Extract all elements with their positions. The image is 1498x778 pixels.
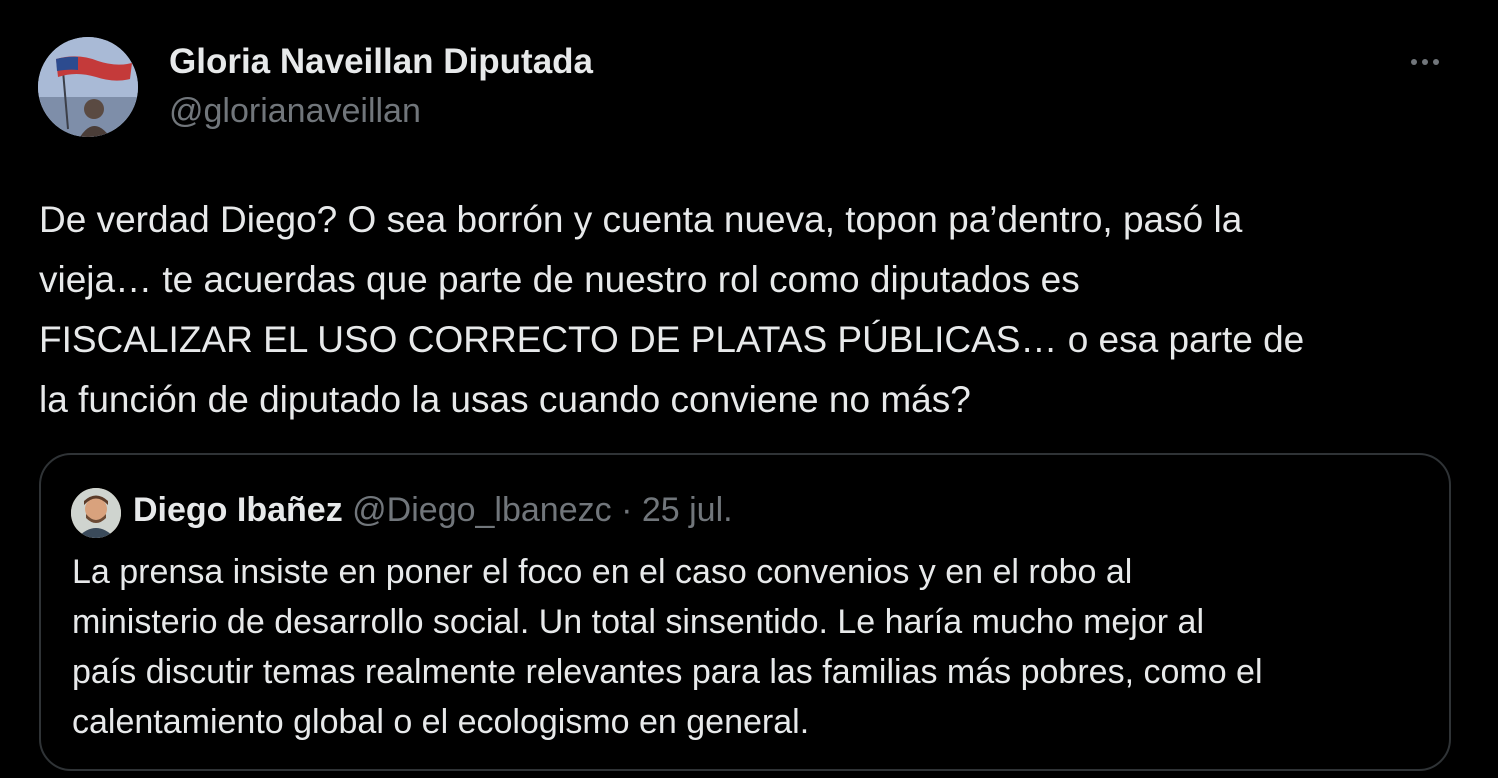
quoted-text-line: calentamiento global o el ecologismo en … (72, 703, 810, 741)
quoted-tweet-text: La prensa insiste en poner el foco en el… (72, 547, 1432, 747)
author-name[interactable]: Gloria Naveillan Diputada (169, 42, 593, 82)
tweet-text-line: De verdad Diego? O sea borrón y cuenta n… (39, 199, 1243, 240)
quoted-tweet-header: Diego Ibañez @Diego_lbanezc · 25 jul. (133, 491, 733, 530)
quoted-text-line: país discutir temas realmente relevantes… (72, 653, 1263, 691)
author-handle[interactable]: @glorianaveillan (169, 92, 421, 131)
tweet-text: De verdad Diego? O sea borrón y cuenta n… (39, 190, 1459, 430)
tweet-text-line: FISCALIZAR EL USO CORRECTO DE PLATAS PÚB… (39, 319, 1305, 360)
quoted-text-line: La prensa insiste en poner el foco en el… (72, 553, 1133, 591)
quoted-author-avatar[interactable] (71, 488, 121, 538)
quoted-author-avatar-image (71, 488, 121, 538)
tweet-text-line: la función de diputado la usas cuando co… (39, 379, 971, 420)
author-avatar-image (38, 37, 138, 137)
tweet: Gloria Naveillan Diputada @glorianaveill… (0, 0, 1498, 778)
quoted-author-name[interactable]: Diego Ibañez (133, 491, 343, 529)
more-horizontal-icon (1411, 59, 1439, 65)
author-avatar[interactable] (38, 37, 138, 137)
more-options-button[interactable] (1405, 42, 1445, 82)
tweet-text-line: vieja… te acuerdas que parte de nuestro … (39, 259, 1080, 300)
quoted-author-handle[interactable]: @Diego_lbanezc (352, 491, 611, 529)
quoted-tweet-card[interactable]: Diego Ibañez @Diego_lbanezc · 25 jul. La… (39, 453, 1451, 771)
header-separator: · (621, 491, 633, 529)
quoted-text-line: ministerio de desarrollo social. Un tota… (72, 603, 1204, 641)
quoted-tweet-date[interactable]: 25 jul. (642, 491, 733, 529)
